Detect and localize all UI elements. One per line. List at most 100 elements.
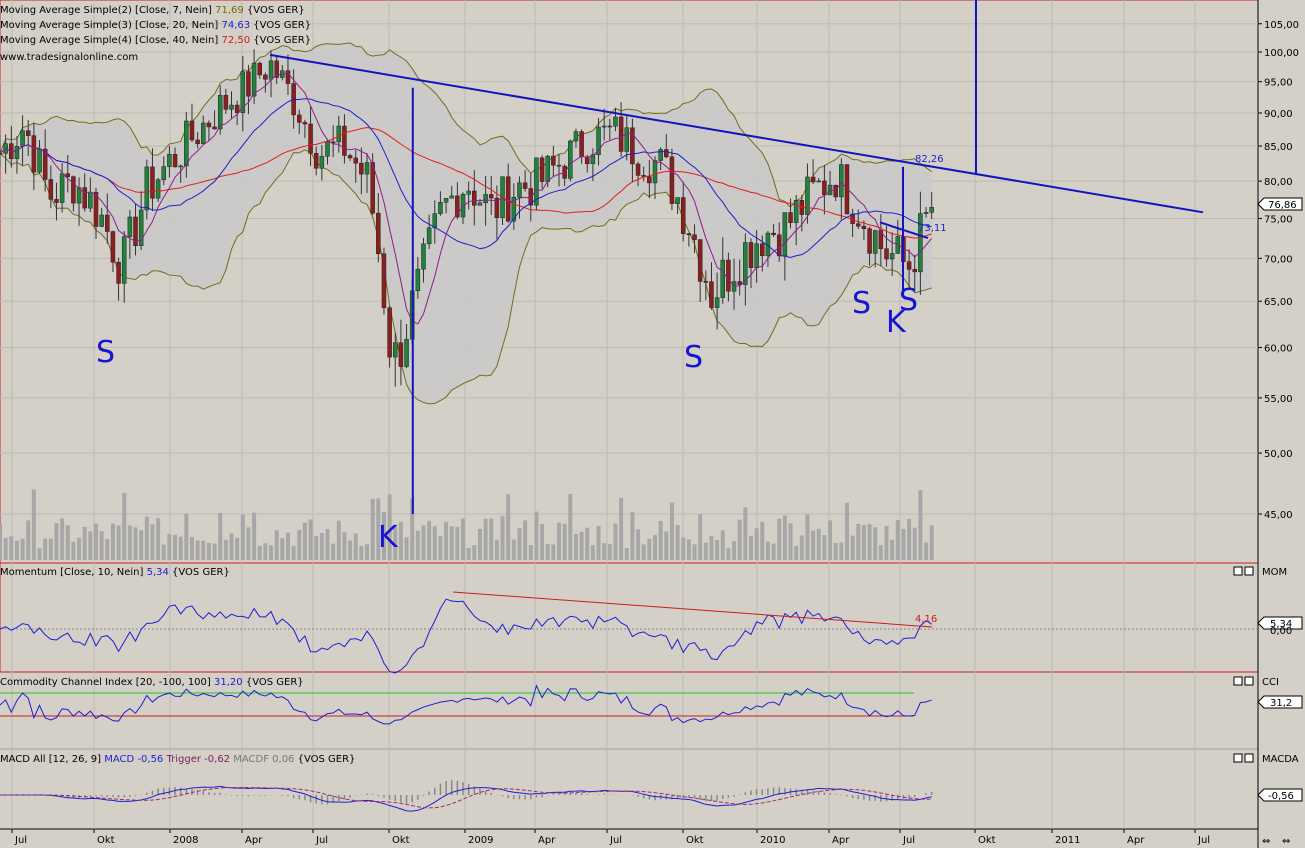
candle-body xyxy=(748,242,754,268)
volume-bar xyxy=(500,516,505,560)
volume-bar xyxy=(308,519,313,560)
time-tick-label: Apr xyxy=(1127,835,1145,846)
volume-bar xyxy=(319,532,324,560)
candle-body xyxy=(579,131,584,158)
volume-bar xyxy=(359,546,364,560)
price-tick-label: 105,00 xyxy=(1264,20,1299,31)
volume-bar xyxy=(585,527,590,560)
volume-bar xyxy=(523,520,528,560)
candle-body xyxy=(545,155,550,182)
volume-bar xyxy=(844,502,849,560)
candle-body xyxy=(884,248,889,260)
candle-body xyxy=(257,62,262,76)
candle-body xyxy=(297,114,302,123)
volume-bar xyxy=(173,534,178,560)
candle-body xyxy=(398,342,404,367)
candle-body xyxy=(432,213,438,229)
volume-bar xyxy=(370,498,375,560)
candle-body xyxy=(477,202,483,206)
price-tick-label: 70,00 xyxy=(1264,254,1293,265)
candle-body xyxy=(624,127,630,152)
volume-bar xyxy=(918,490,923,560)
volume-bar xyxy=(545,543,550,560)
volume-bar xyxy=(715,539,720,560)
macd-tag: MACDA xyxy=(1262,754,1299,765)
volume-bar xyxy=(60,518,65,560)
candle-body xyxy=(658,149,663,161)
volume-bar xyxy=(878,545,883,560)
legend-ma7: Moving Average Simple(2) [Close, 7, Nein… xyxy=(0,5,305,16)
candle-body xyxy=(607,125,613,128)
volume-bar xyxy=(127,525,132,560)
candle-body xyxy=(793,200,799,223)
momentum-line-label: 4,16 xyxy=(915,614,937,625)
volume-bar xyxy=(269,545,274,560)
volume-bar xyxy=(472,545,477,560)
candle-body xyxy=(415,268,421,292)
candle-body xyxy=(381,253,387,309)
volume-bar xyxy=(562,523,567,560)
scroll-left-right-icon: ⇔ xyxy=(1262,836,1270,847)
candle-body xyxy=(376,212,381,255)
svg-text:31,2: 31,2 xyxy=(1270,698,1292,709)
volume-bar xyxy=(280,538,285,560)
volume-bar xyxy=(686,539,691,560)
price-tick-label: 75,00 xyxy=(1264,214,1293,225)
candle-body xyxy=(116,261,121,284)
volume-bar xyxy=(449,526,454,560)
candle-body xyxy=(65,173,71,177)
volume-bar xyxy=(873,527,878,560)
cci-tag: CCI xyxy=(1262,677,1279,688)
volume-bar xyxy=(765,541,770,560)
time-tick-label: Jul xyxy=(609,835,622,846)
candle-body xyxy=(449,195,454,199)
volume-bar xyxy=(771,543,776,560)
last-price-tag: 76,86 xyxy=(1257,197,1303,211)
candle-body xyxy=(754,243,759,268)
volume-bar xyxy=(636,529,641,560)
candle-body xyxy=(426,227,432,245)
candle-body xyxy=(647,176,652,184)
volume-bar xyxy=(99,531,104,560)
volume-bar xyxy=(805,514,810,560)
volume-bar xyxy=(811,530,816,560)
annotation-s-1: S xyxy=(96,335,115,370)
volume-bar xyxy=(596,526,601,560)
candle-body xyxy=(568,140,573,179)
candle-body xyxy=(664,149,669,158)
volume-bar xyxy=(551,544,556,560)
volume-bar xyxy=(630,511,635,560)
candle-body xyxy=(302,122,308,125)
candle-body xyxy=(387,307,392,358)
volume-bar xyxy=(692,544,697,560)
volume-bar xyxy=(9,536,14,560)
candle-body xyxy=(810,176,816,183)
candle-body xyxy=(251,62,257,97)
volume-bar xyxy=(432,526,437,560)
candle-body xyxy=(161,166,166,180)
volume-bar xyxy=(404,537,409,560)
candle-body xyxy=(421,243,426,270)
volume-bar xyxy=(274,530,279,560)
volume-bar xyxy=(161,544,166,560)
annotation-k-1: K xyxy=(378,520,399,555)
candle-body xyxy=(669,156,675,205)
volume-bar xyxy=(348,540,353,560)
volume-bar xyxy=(302,522,307,560)
candle-body xyxy=(805,176,810,215)
volume-bar xyxy=(579,531,584,560)
candle-body xyxy=(144,166,150,211)
volume-bar xyxy=(252,512,257,560)
volume-bar xyxy=(461,518,466,560)
candle-body xyxy=(788,212,793,223)
trend-value-label: 82,26 xyxy=(915,154,944,165)
volume-bar xyxy=(799,535,804,560)
volume-bar xyxy=(20,538,25,560)
volume-bar xyxy=(88,531,93,560)
volume-bar xyxy=(754,528,759,560)
candle-body xyxy=(229,104,234,110)
volume-bar xyxy=(427,520,432,560)
volume-bar xyxy=(110,523,115,560)
volume-bar xyxy=(669,502,674,560)
candle-body xyxy=(692,234,697,240)
